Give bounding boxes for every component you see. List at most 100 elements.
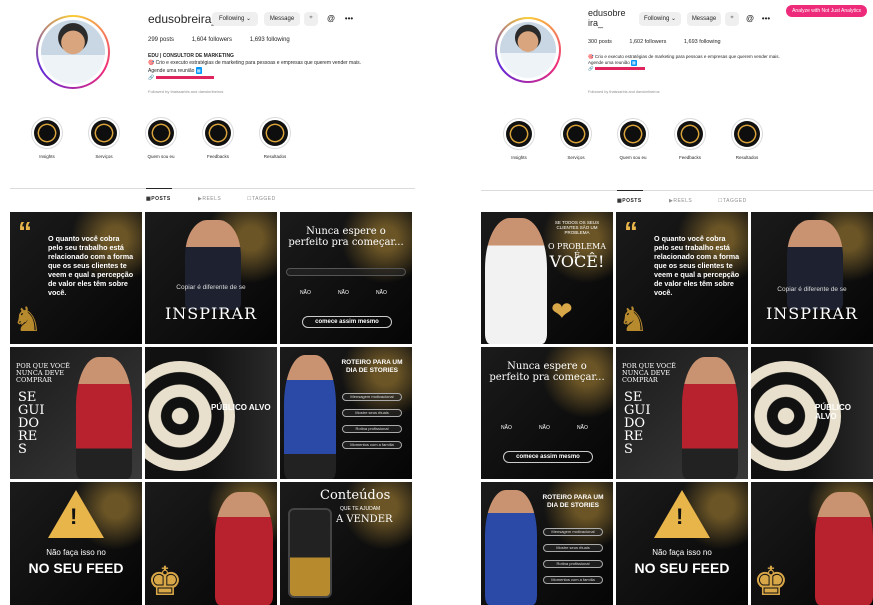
stories-item: Mostre seus rituais — [543, 544, 603, 552]
stories-item: Mensagem motivacional — [342, 393, 402, 401]
stories-item: Mostre seus rituais — [342, 409, 402, 417]
highlight-servicos[interactable]: Serviços — [558, 118, 594, 160]
post-tile[interactable]: “ O quanto você cobra pelo seu trabalho … — [10, 212, 142, 344]
profile-avatar[interactable] — [36, 15, 110, 89]
following-count[interactable]: 1,693 following — [250, 37, 290, 43]
followed-by[interactable]: Followed by thaissarbis and darwinribeir… — [148, 89, 223, 94]
profile-avatar[interactable] — [495, 17, 561, 83]
seguidores-text: SE GUI DO RE S — [18, 390, 45, 457]
posts-count: 300 posts — [588, 39, 612, 45]
naofaca-text: Não faça isso no — [46, 548, 106, 557]
post-tile[interactable]: ! Não faça isso no NO SEU FEED — [616, 482, 748, 605]
post-tile[interactable]: PÚBLICO ALVO — [751, 347, 873, 479]
profile-bio: 🎯 Crio e executo estratégias de marketin… — [588, 54, 798, 72]
post-quote-text: O quanto você cobra pelo seu trabalho es… — [48, 234, 134, 297]
post-tile[interactable]: POR QUE VOCÊ NUNCA DEVE COMPRAR SE GUI D… — [10, 347, 142, 479]
person-photo — [485, 490, 537, 605]
tab-tagged[interactable]: ☐ TAGGED — [247, 196, 275, 202]
conteudos-text: Conteúdos — [320, 488, 391, 503]
nao-label: NÃO — [577, 425, 588, 431]
highlight-insights[interactable]: Insights — [501, 118, 537, 160]
person-photo — [284, 355, 336, 479]
more-options-icon[interactable]: ••• — [342, 12, 356, 26]
problema1-text: SE TODOS OS SEUS CLIENTES SÃO UM PROBLEM… — [554, 220, 600, 235]
comece-text: comece assim mesmo — [302, 316, 392, 328]
tab-tagged[interactable]: ☐ TAGGED — [718, 198, 746, 204]
highlight-quem-sou-eu[interactable]: Quem sou eu — [615, 118, 651, 160]
profile-bio: EDU | CONSULTOR DE MARKETING 🎯 Crio e ex… — [148, 53, 418, 82]
highlight-resultados[interactable]: Resultados — [729, 118, 765, 160]
followers-count[interactable]: 1,602 followers — [629, 39, 666, 45]
post-tile[interactable]: “ O quanto você cobra pelo seu trabalho … — [616, 212, 748, 344]
post-tile[interactable]: POR QUE VOCÊ NUNCA DEVE COMPRAR SE GUI D… — [616, 347, 748, 479]
noseufeed-text: NO SEU FEED — [634, 560, 730, 576]
tab-reels[interactable]: ▶ REELS — [669, 198, 692, 204]
highlight-servicos[interactable]: Serviços — [87, 117, 121, 159]
profile-username: edusobre ira_ — [588, 8, 626, 28]
porque-text: POR QUE VOCÊ NUNCA DEVE COMPRAR — [622, 362, 676, 384]
following-button[interactable]: Following ⌄ — [212, 12, 258, 26]
threads-icon[interactable]: @ — [324, 12, 338, 26]
post-tile[interactable]: ♚ — [751, 482, 873, 605]
chess-king-icon: ♚ — [147, 560, 183, 604]
add-person-icon[interactable]: ⁺ — [304, 12, 318, 26]
comece-text: comece assim mesmo — [503, 451, 593, 463]
nao-label: NÃO — [300, 290, 311, 296]
profile-panel-left: edusobreira_ Following ⌄ Message ⁺ @ •••… — [0, 0, 430, 605]
person-photo — [76, 357, 132, 479]
person-photo — [185, 220, 241, 310]
highlight-resultados[interactable]: Resultados — [258, 117, 292, 159]
stories-item: Momentos com a família — [543, 576, 603, 584]
highlight-quem-sou-eu[interactable]: Quem sou eu — [144, 117, 178, 159]
highlight-feedbacks[interactable]: Feedbacks — [672, 118, 708, 160]
post-tile[interactable]: Copiar é diferente de se INSPIRAR — [751, 212, 873, 344]
roteiro-text: ROTEIRO PARA UM DIA DE STORIES — [542, 494, 604, 509]
redacted-link[interactable] — [155, 76, 214, 80]
profile-stats: 300 posts 1,602 followers 1,693 followin… — [588, 39, 737, 45]
followers-count[interactable]: 1,604 followers — [192, 37, 232, 43]
quote-mark: “ — [18, 216, 32, 247]
decision-arrow — [286, 268, 406, 276]
post-tile[interactable]: PÚBLICO ALVO — [145, 347, 277, 479]
nao-label: NÃO — [539, 425, 550, 431]
post-tile[interactable]: ROTEIRO PARA UM DIA DE STORIES Mensagem … — [481, 482, 613, 605]
post-tile[interactable]: Conteúdos QUE TE AJUDAM A VENDER — [280, 482, 412, 605]
tab-posts[interactable]: ▦ POSTS — [146, 196, 170, 202]
nao-label: NÃO — [338, 290, 349, 296]
redacted-link[interactable] — [594, 67, 645, 71]
message-button[interactable]: Message — [687, 12, 721, 26]
post-tile[interactable]: ! Não faça isso no NO SEU FEED — [10, 482, 142, 605]
message-button[interactable]: Message — [264, 12, 300, 26]
following-button[interactable]: Following ⌄ — [639, 12, 681, 26]
seguidores-text: SE GUI DO RE S — [624, 390, 651, 457]
phone-icon — [288, 508, 332, 598]
nao-label: NÃO — [501, 425, 512, 431]
tabs-divider — [10, 188, 415, 189]
profile-stats: 299 posts 1,604 followers 1,693 followin… — [148, 37, 306, 43]
extension-badge[interactable]: Analyze with Not Just Analytics — [786, 5, 867, 17]
bio-line: Agende uma reunião — [148, 68, 195, 74]
person-photo — [485, 218, 547, 344]
following-count[interactable]: 1,693 following — [684, 39, 721, 45]
threads-icon[interactable]: @ — [743, 12, 757, 26]
profile-username: edusobreira_ — [148, 12, 219, 26]
highlight-feedbacks[interactable]: Feedbacks — [201, 117, 235, 159]
calendar-icon: ▦ — [195, 67, 202, 74]
highlight-insights[interactable]: Insights — [30, 117, 64, 159]
add-person-icon[interactable]: ⁺ — [725, 12, 739, 26]
inspirar-text: INSPIRAR — [765, 304, 858, 323]
post-tile[interactable]: SE TODOS OS SEUS CLIENTES SÃO UM PROBLEM… — [481, 212, 613, 344]
stories-item: Rotina profissional — [543, 560, 603, 568]
tab-reels[interactable]: ▶ REELS — [198, 196, 221, 202]
warning-mark: ! — [70, 504, 78, 529]
followed-by[interactable]: Followed by thaissarbis and darwinribeir… — [588, 90, 660, 94]
post-tile[interactable]: Copiar é diferente de se INSPIRAR — [145, 212, 277, 344]
queteajudam-text: QUE TE AJUDAM — [340, 506, 381, 512]
more-options-icon[interactable]: ••• — [759, 12, 773, 26]
post-tile[interactable]: ♚ — [145, 482, 277, 605]
post-quote-text: O quanto você cobra pelo seu trabalho es… — [654, 234, 740, 297]
post-tile[interactable]: ROTEIRO PARA UM DIA DE STORIES Mensagem … — [280, 347, 412, 479]
post-tile[interactable]: Nunca espere o perfeito pra começar... N… — [481, 347, 613, 479]
tab-posts[interactable]: ▦ POSTS — [617, 198, 641, 204]
post-tile[interactable]: Nunca espere o perfeito pra começar... N… — [280, 212, 412, 344]
